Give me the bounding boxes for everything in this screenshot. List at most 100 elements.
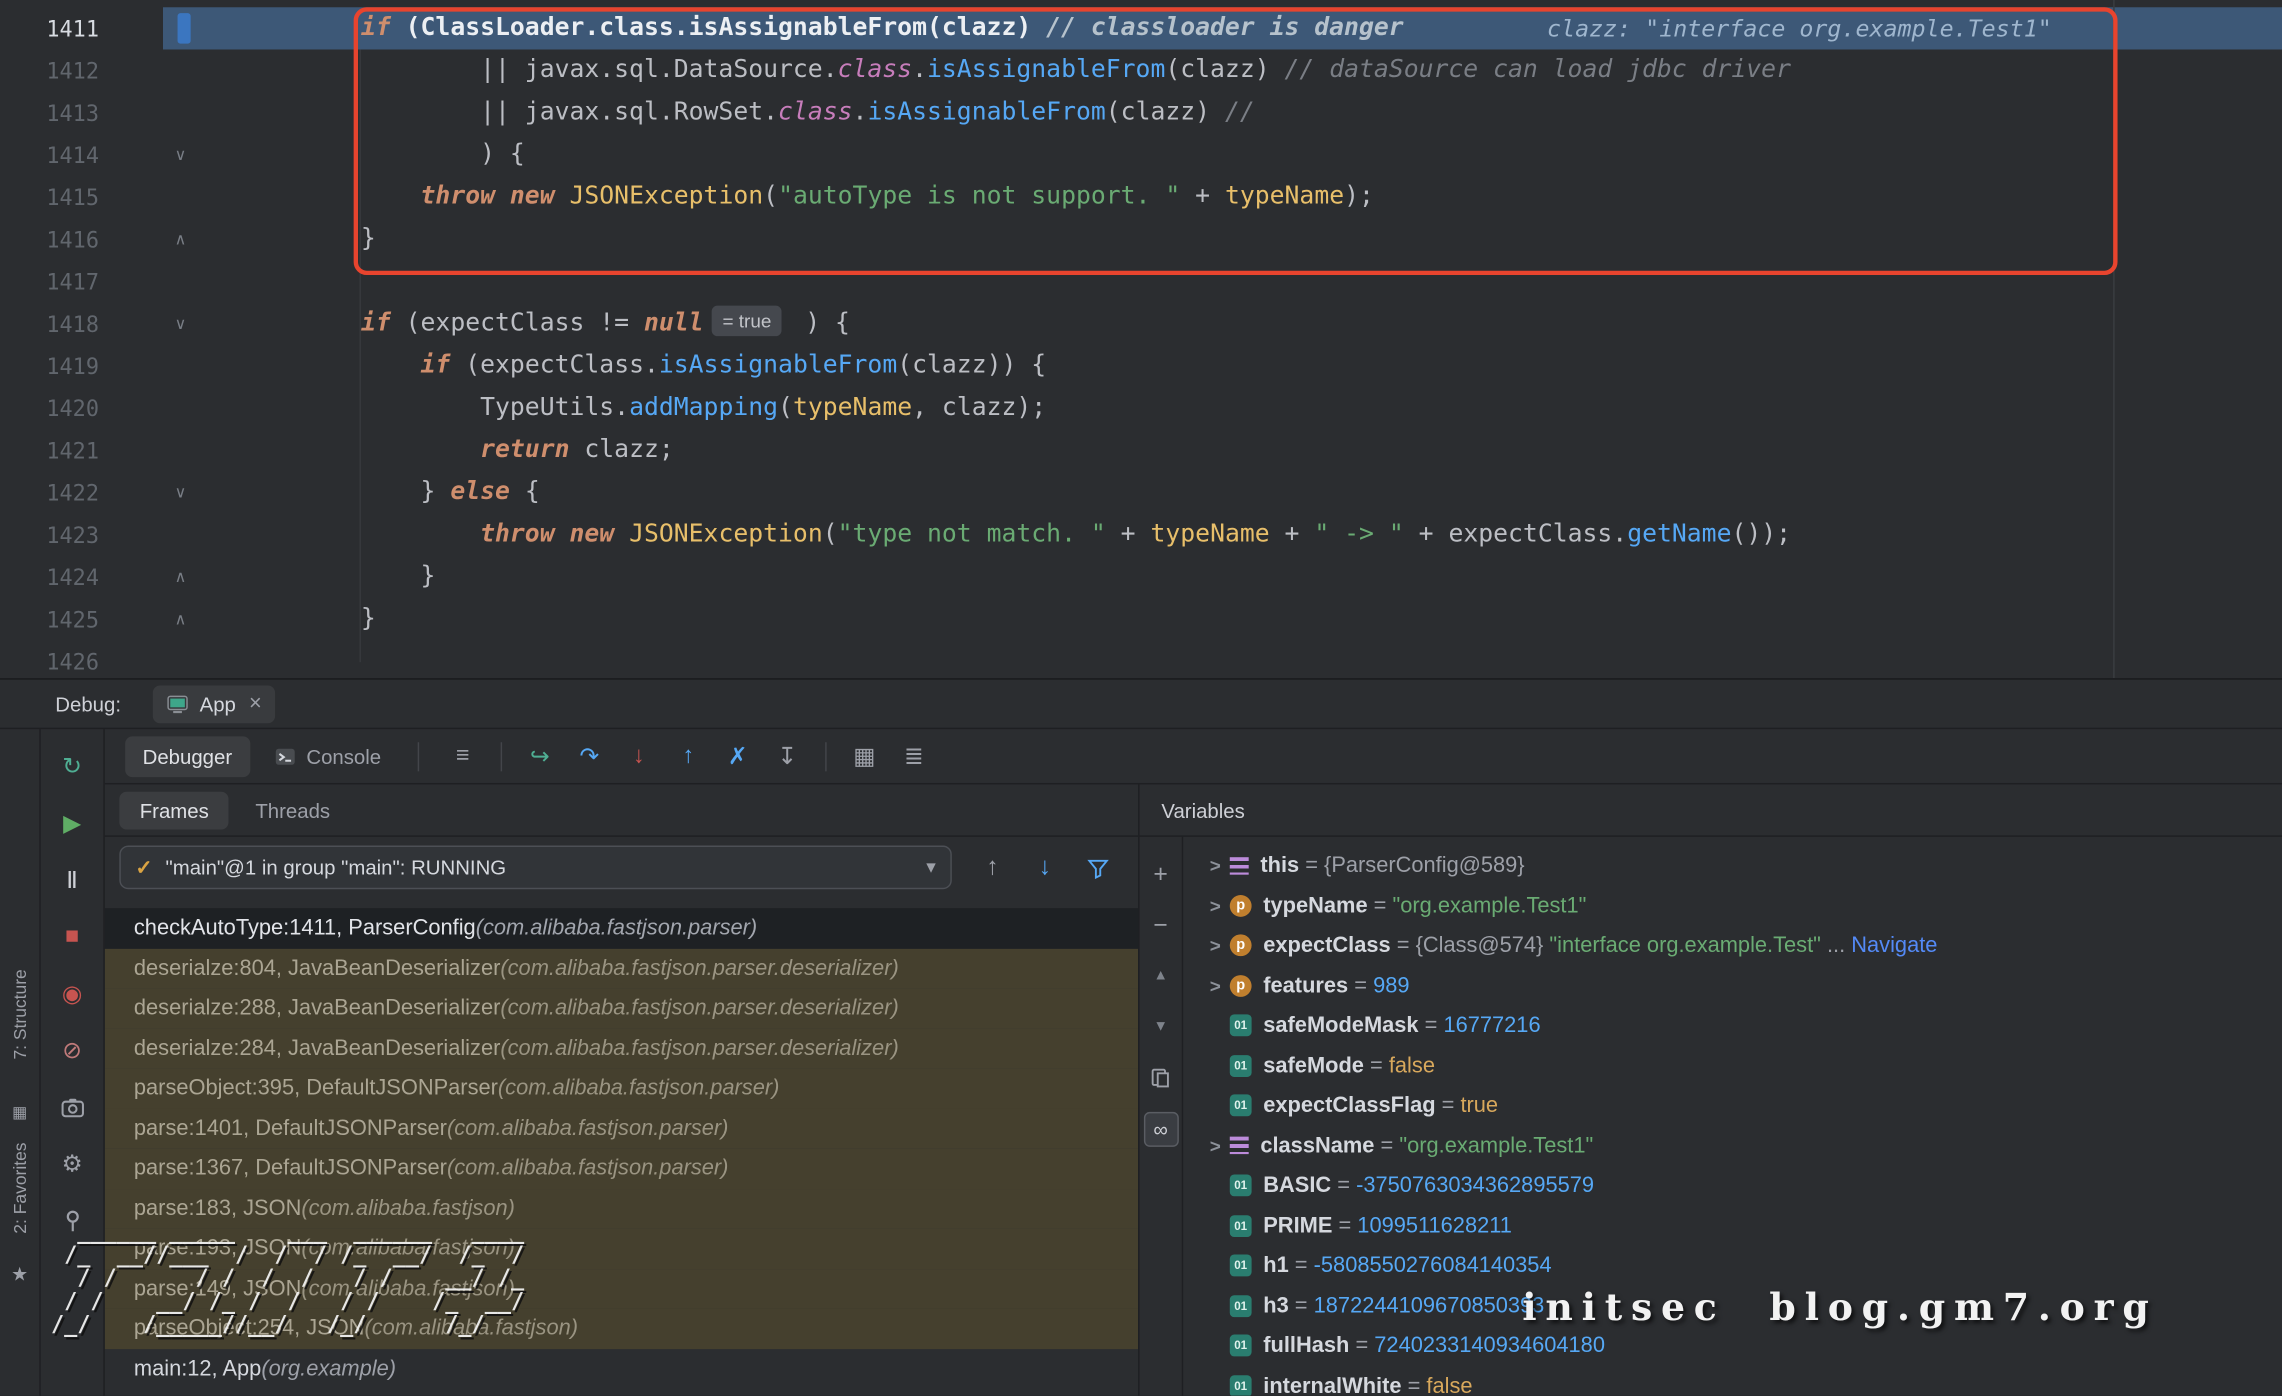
frame-row[interactable]: parse:183, JSON (com.alibaba.fastjson)	[105, 1188, 1138, 1228]
variable-row[interactable]: 01safeModeMask = 16777216	[1201, 1006, 2282, 1046]
variable-row[interactable]: 01safeMode = false	[1201, 1046, 2282, 1086]
more-icon[interactable]: ≡	[438, 736, 487, 777]
favorites-tool-button[interactable]: 2: Favorites	[9, 1143, 29, 1234]
line-number[interactable]: 1412	[0, 57, 99, 83]
variable-row[interactable]: 01h3 = 1872244109670850393	[1201, 1286, 2282, 1326]
stop-icon[interactable]: ■	[41, 908, 104, 965]
code-line[interactable]: TypeUtils.addMapping(typeName, clazz);	[361, 387, 1046, 429]
variable-row[interactable]: 01expectClassFlag = true	[1201, 1086, 2282, 1126]
code-line[interactable]: if (ClassLoader.class.isAssignableFrom(c…	[361, 7, 1404, 49]
code-line[interactable]: throw new JSONException("type not match.…	[361, 514, 1791, 556]
show-watches-icon[interactable]: ∞	[1143, 1112, 1178, 1147]
thread-selector[interactable]: ✓ "main"@1 in group "main": RUNNING ▾	[119, 846, 951, 890]
duplicate-watch-icon[interactable]	[1140, 1052, 1182, 1103]
tab-frames[interactable]: Frames	[119, 791, 229, 829]
line-number[interactable]: 1424	[0, 564, 99, 590]
expand-chevron-icon[interactable]: >	[1201, 935, 1230, 957]
line-number[interactable]: 1422	[0, 480, 99, 506]
frame-row[interactable]: deserialze:804, JavaBeanDeserializer (co…	[105, 948, 1138, 988]
view-breakpoints-icon[interactable]: ◉	[41, 965, 104, 1022]
line-number[interactable]: 1414	[0, 142, 99, 168]
frame-row[interactable]: deserialze:288, JavaBeanDeserializer (co…	[105, 988, 1138, 1028]
code-line[interactable]: } else {	[361, 472, 540, 514]
view-as-table-icon[interactable]: ▦	[840, 736, 889, 777]
grid-icon[interactable]: ▦	[12, 1103, 27, 1122]
variable-row[interactable]: 01PRIME = 1099511628211	[1201, 1206, 2282, 1246]
tab-threads[interactable]: Threads	[235, 791, 350, 829]
line-number[interactable]: 1415	[0, 184, 99, 210]
step-over-icon[interactable]: ↷	[564, 736, 613, 777]
move-down-icon[interactable]: ▼	[1140, 1001, 1182, 1052]
line-number[interactable]: 1423	[0, 522, 99, 548]
thread-dump-icon[interactable]	[41, 1078, 104, 1135]
step-out-icon[interactable]: ↑	[663, 736, 712, 777]
settings-icon[interactable]: ⚙	[41, 1135, 104, 1192]
debug-session-tab[interactable]: App ×	[153, 685, 275, 723]
expand-chevron-icon[interactable]: >	[1201, 895, 1230, 917]
variable-row[interactable]: >this = {ParserConfig@589}	[1201, 846, 2282, 886]
line-number[interactable]: 1419	[0, 353, 99, 379]
line-number[interactable]: 1421	[0, 437, 99, 463]
variable-row[interactable]: >pexpectClass = {Class@574} "interface o…	[1201, 926, 2282, 966]
fold-marker-icon[interactable]: ∧	[166, 230, 195, 249]
drop-frame-icon[interactable]: ✗	[713, 736, 762, 777]
fold-marker-icon[interactable]: ∨	[166, 314, 195, 333]
resume-icon[interactable]: ▶	[41, 795, 104, 852]
step-into-icon[interactable]: ↓	[614, 736, 663, 777]
code-line[interactable]: }	[361, 598, 376, 640]
line-number[interactable]: 1411	[0, 15, 99, 41]
variable-row[interactable]: 01internalWhite = false	[1201, 1366, 2282, 1396]
frame-row[interactable]: deserialze:284, JavaBeanDeserializer (co…	[105, 1028, 1138, 1068]
variable-row[interactable]: 01h1 = -5808550276084140354	[1201, 1246, 2282, 1286]
variable-row[interactable]: >className = "org.example.Test1"	[1201, 1126, 2282, 1166]
line-number[interactable]: 1416	[0, 226, 99, 252]
expand-chevron-icon[interactable]: >	[1201, 1135, 1230, 1157]
line-number[interactable]: 1418	[0, 311, 99, 337]
layout-settings-icon[interactable]: ≣	[889, 736, 938, 777]
line-number[interactable]: 1420	[0, 395, 99, 421]
frame-row[interactable]: parse:1367, DefaultJSONParser (com.aliba…	[105, 1148, 1138, 1188]
code-line[interactable]: throw new JSONException("autoType is not…	[361, 176, 1374, 218]
frame-row[interactable]: parse:149, JSON (com.alibaba.fastjson)	[105, 1268, 1138, 1308]
code-line[interactable]: if (expectClass.isAssignableFrom(clazz))…	[361, 345, 1046, 387]
fold-marker-icon[interactable]: ∧	[166, 568, 195, 587]
new-watch-icon[interactable]: +	[1140, 848, 1182, 899]
rerun-debug-icon[interactable]: ↻	[41, 738, 104, 795]
previous-frame-icon[interactable]: ↑	[966, 846, 1018, 890]
fold-marker-icon[interactable]: ∨	[166, 483, 195, 502]
frame-row[interactable]: main:12, App (org.example)	[105, 1348, 1138, 1388]
variable-row[interactable]: 01fullHash = 7240233140934604180	[1201, 1326, 2282, 1366]
fold-marker-icon[interactable]: ∧	[166, 610, 195, 629]
line-number[interactable]: 1417	[0, 269, 99, 295]
tab-console[interactable]: Console	[255, 736, 398, 777]
code-line[interactable]: ) {	[361, 134, 525, 176]
frame-row[interactable]: parse:1401, DefaultJSONParser (com.aliba…	[105, 1108, 1138, 1148]
code-line[interactable]: }	[361, 218, 376, 260]
structure-tool-button[interactable]: 7: Structure	[9, 969, 29, 1059]
frame-row[interactable]: parseObject:395, DefaultJSONParser (com.…	[105, 1068, 1138, 1108]
line-number[interactable]: 1413	[0, 100, 99, 126]
mute-breakpoints-icon[interactable]: ⊘	[41, 1022, 104, 1079]
remove-watch-icon[interactable]: −	[1140, 899, 1182, 950]
code-line[interactable]: }	[361, 556, 436, 598]
code-line[interactable]: if (expectClass != null= true ) {	[361, 303, 850, 345]
code-line[interactable]: || javax.sql.DataSource.class.isAssignab…	[361, 49, 1791, 91]
close-tab-icon[interactable]: ×	[249, 691, 262, 716]
navigate-link[interactable]: Navigate	[1851, 933, 1937, 958]
code-line[interactable]: return clazz;	[361, 429, 674, 471]
next-frame-icon[interactable]: ↓	[1019, 846, 1071, 890]
chevron-down-icon[interactable]: ▾	[926, 856, 936, 879]
move-up-icon[interactable]: ▲	[1140, 950, 1182, 1001]
expand-chevron-icon[interactable]: >	[1201, 975, 1230, 997]
variable-row[interactable]: >ptypeName = "org.example.Test1"	[1201, 886, 2282, 926]
frame-row[interactable]: checkAutoType:1411, ParserConfig (com.al…	[105, 908, 1138, 948]
line-number[interactable]: 1425	[0, 606, 99, 632]
variable-row[interactable]: >pfeatures = 989	[1201, 966, 2282, 1006]
star-icon[interactable]: ★	[11, 1263, 28, 1286]
expand-chevron-icon[interactable]: >	[1201, 855, 1230, 877]
pin-icon[interactable]	[41, 1192, 104, 1249]
line-number[interactable]: 1426	[0, 648, 99, 674]
show-execution-point-icon[interactable]: ↪	[515, 736, 564, 777]
frame-row[interactable]: parse:193, JSON (com.alibaba.fastjson)	[105, 1228, 1138, 1268]
fold-marker-icon[interactable]: ∨	[166, 146, 195, 165]
